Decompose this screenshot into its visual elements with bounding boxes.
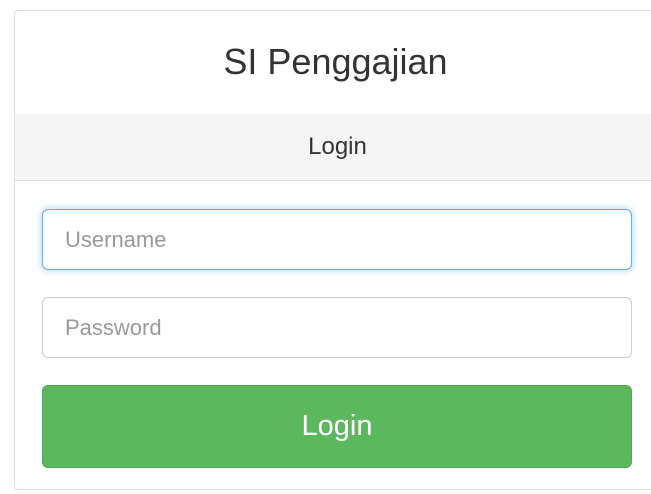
- login-panel: SI Penggajian Login Login: [14, 10, 651, 490]
- login-heading: Login: [15, 114, 651, 181]
- username-input[interactable]: [42, 209, 632, 270]
- login-button[interactable]: Login: [42, 385, 632, 468]
- app-title: SI Penggajian: [223, 41, 448, 82]
- password-input[interactable]: [42, 297, 632, 358]
